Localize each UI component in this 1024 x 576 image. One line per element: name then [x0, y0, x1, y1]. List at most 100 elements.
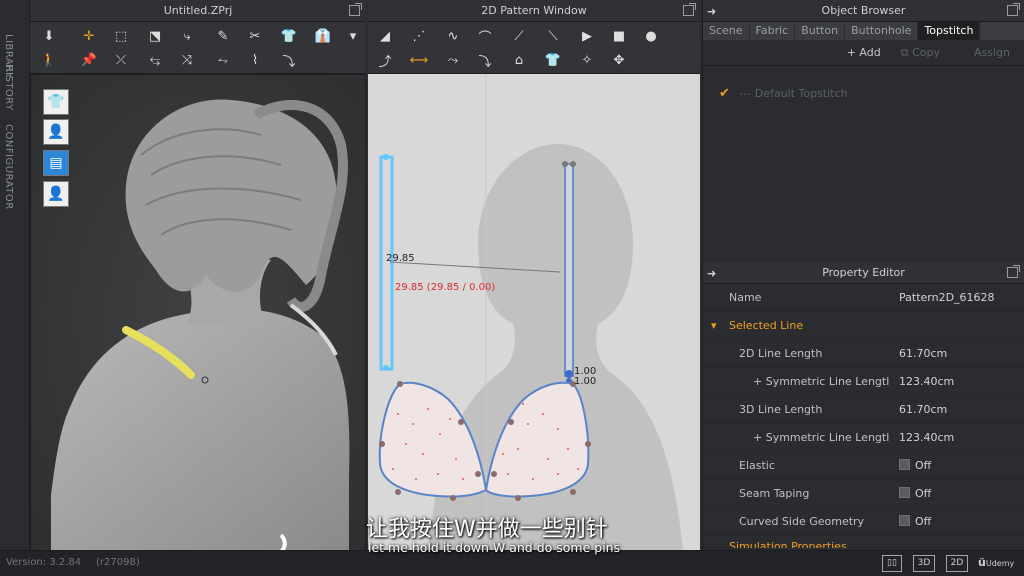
transform-pattern-icon[interactable]: ◢: [374, 26, 396, 46]
panel2d-title: 2D Pattern Window: [481, 4, 587, 17]
viewport-3d[interactable]: 👕 👤 ▤ 👤: [30, 74, 366, 551]
prop-label: Curved Side Geometry: [739, 515, 865, 528]
history-tab[interactable]: HISTORY: [3, 64, 14, 111]
tab-fabric[interactable]: Fabric: [750, 22, 796, 40]
udemy-logo: üUdemy: [978, 556, 1015, 569]
curved-side-toggle[interactable]: Off: [899, 508, 931, 536]
version-label: Version: 3.2.84: [6, 557, 82, 568]
vertical-sidebar: LIBRARY HISTORY CONFIGURATOR: [0, 0, 30, 550]
tab-button[interactable]: Button: [795, 22, 846, 40]
garment-icon[interactable]: 👕: [278, 26, 300, 46]
curved-side-checkbox[interactable]: [899, 515, 910, 526]
panel3d-expand-icon[interactable]: [349, 3, 362, 16]
strap-icon[interactable]: ⥃: [144, 50, 166, 70]
curve-point-icon[interactable]: ⌒: [474, 26, 496, 46]
tuck-icon[interactable]: ⤨: [176, 50, 198, 70]
prop-row-2d-symmetric: + Symmetric Line Lengtl 123.40cm: [703, 368, 1024, 396]
subtitle-chinese: 让我按住W并做一些别针: [366, 517, 608, 542]
shirt-icon[interactable]: 👔: [312, 26, 334, 46]
split-view-button[interactable]: ▯▯: [882, 555, 902, 572]
measure-icon[interactable]: ⌇: [244, 50, 266, 70]
property-editor-collapse-icon[interactable]: ➜: [707, 263, 716, 285]
measure-detail-label: 29.85 (29.85 / 0.00): [395, 282, 496, 293]
avatar-pose-icon[interactable]: 🚶: [38, 50, 60, 70]
texture-icon[interactable]: ✥: [608, 50, 630, 70]
tab-topstitch[interactable]: Topstitch: [918, 22, 981, 40]
fold-icon[interactable]: ⤷: [176, 26, 198, 46]
panel3d-header: Untitled.ZPrj: [30, 0, 366, 22]
tab-scene[interactable]: Scene: [703, 22, 750, 40]
property-editor-expand-icon[interactable]: [1007, 265, 1020, 278]
copy-button[interactable]: ⧉ Copy: [891, 46, 950, 60]
tab-buttonhole[interactable]: Buttonhole: [845, 22, 919, 40]
pin-2d-icon[interactable]: ⤵: [474, 50, 496, 70]
name-label: Name: [729, 291, 762, 304]
seam-icon[interactable]: ⥊: [212, 50, 234, 70]
build-label: (r27098): [96, 557, 140, 568]
add-button[interactable]: + Add: [837, 46, 891, 59]
prop-value[interactable]: 123.40cm: [899, 368, 954, 396]
edit-3d-icon[interactable]: ⤵: [278, 50, 300, 70]
avatar-display-icon[interactable]: 👤: [43, 119, 69, 145]
prop-section-selected-line[interactable]: ▾ Selected Line: [703, 312, 1024, 340]
edit-point-icon[interactable]: ⋰: [408, 26, 430, 46]
section-caret-icon: ▾: [711, 319, 717, 332]
toolbar-2d: ◢ ⋰ ∿ ⌒ ⟋ ⟍ ▶ ■ ● ⤴ ⟷ ⤳ ⤵ ⌂ 👕 ✧ ✥: [368, 22, 700, 74]
prop-value[interactable]: 61.70cm: [899, 396, 947, 424]
view-3d-button[interactable]: 3D: [913, 555, 935, 572]
property-editor-title: Property Editor: [822, 266, 905, 279]
pen-icon[interactable]: ✎: [212, 26, 234, 46]
prop-value[interactable]: 61.70cm: [899, 340, 947, 368]
pin-icon[interactable]: 📌: [78, 50, 100, 70]
tack-icon[interactable]: ⤫: [110, 50, 132, 70]
section-simulation-properties[interactable]: Simulation Properties: [729, 536, 847, 548]
edit-pattern-icon[interactable]: ⬔: [144, 26, 166, 46]
topstitch-item[interactable]: ✔ --- Default Topstitch: [719, 86, 848, 101]
elastic-checkbox[interactable]: [899, 459, 910, 470]
prop-row-2d-length: 2D Line Length 61.70cm: [703, 340, 1024, 368]
seam-taping-toggle[interactable]: Off: [899, 480, 931, 508]
name-value[interactable]: Pattern2D_61628: [899, 284, 995, 312]
panel2d-expand-icon[interactable]: [683, 3, 696, 16]
select-move-icon[interactable]: ⬇: [38, 26, 60, 46]
copy-label: Copy: [912, 45, 940, 59]
transform-icon[interactable]: ✛: [78, 26, 100, 46]
prop-row-seam-taping: Seam Taping Off: [703, 480, 1024, 508]
rectangle-icon[interactable]: ■: [608, 26, 630, 46]
circle-icon[interactable]: ●: [640, 26, 662, 46]
object-browser-expand-icon[interactable]: [1007, 3, 1020, 16]
viewport-2d[interactable]: 29.85 29.85 (29.85 / 0.00) 1.00 1.00: [368, 74, 700, 551]
prop-value[interactable]: 123.40cm: [899, 424, 954, 452]
object-browser: ➜ Object Browser Scene Fabric Button But…: [702, 0, 1024, 262]
object-browser-header: ➜ Object Browser: [703, 0, 1024, 22]
sewing-icon[interactable]: ✂: [244, 26, 266, 46]
prop-row-3d-symmetric: + Symmetric Line Lengtl 123.40cm: [703, 424, 1024, 452]
avatar-silhouette-icon[interactable]: 👤: [43, 181, 69, 207]
prop-label: 2D Line Length: [739, 347, 823, 360]
edit-curve-icon[interactable]: ∿: [442, 26, 464, 46]
point-label-2: 1.00: [574, 376, 597, 387]
view-2d-button[interactable]: 2D: [946, 555, 968, 572]
udemy-label: Udemy: [985, 559, 1015, 568]
measure-2d-icon[interactable]: ⟷: [408, 50, 430, 70]
configurator-tab[interactable]: CONFIGURATOR: [3, 124, 14, 210]
fabric-display-icon[interactable]: ▤: [43, 150, 69, 176]
toolbar-3d: ⬇ ✛ ⬚ ⬔ ⤷ ✎ ✂ 👕 👔 ▾ 🚶 📌 ⤫ ⥃ ⤨ ⥊ ⌇ ⤵: [30, 22, 366, 74]
free-sewing-icon[interactable]: ⤳: [442, 50, 464, 70]
prop-row-curved-side: Curved Side Geometry Off: [703, 508, 1024, 536]
garment-display-icon[interactable]: 👕: [43, 89, 69, 115]
add-point-icon[interactable]: ⟋: [508, 26, 530, 46]
seam-taping-checkbox[interactable]: [899, 487, 910, 498]
iron-icon[interactable]: ⌂: [508, 50, 530, 70]
more-tools-icon[interactable]: ▾: [342, 26, 364, 46]
segment-sewing-icon[interactable]: ⤴: [374, 50, 396, 70]
object-browser-collapse-icon[interactable]: ➜: [707, 1, 716, 23]
fabric-2d-icon[interactable]: ✧: [576, 50, 598, 70]
elastic-toggle[interactable]: Off: [899, 452, 931, 480]
shirt-2d-icon[interactable]: 👕: [542, 50, 564, 70]
internal-line-icon[interactable]: ⟍: [542, 26, 564, 46]
select-mesh-icon[interactable]: ⬚: [110, 26, 132, 46]
polygon-icon[interactable]: ▶: [576, 26, 598, 46]
elastic-value: Off: [915, 459, 932, 472]
assign-button[interactable]: Assign: [964, 46, 1020, 59]
